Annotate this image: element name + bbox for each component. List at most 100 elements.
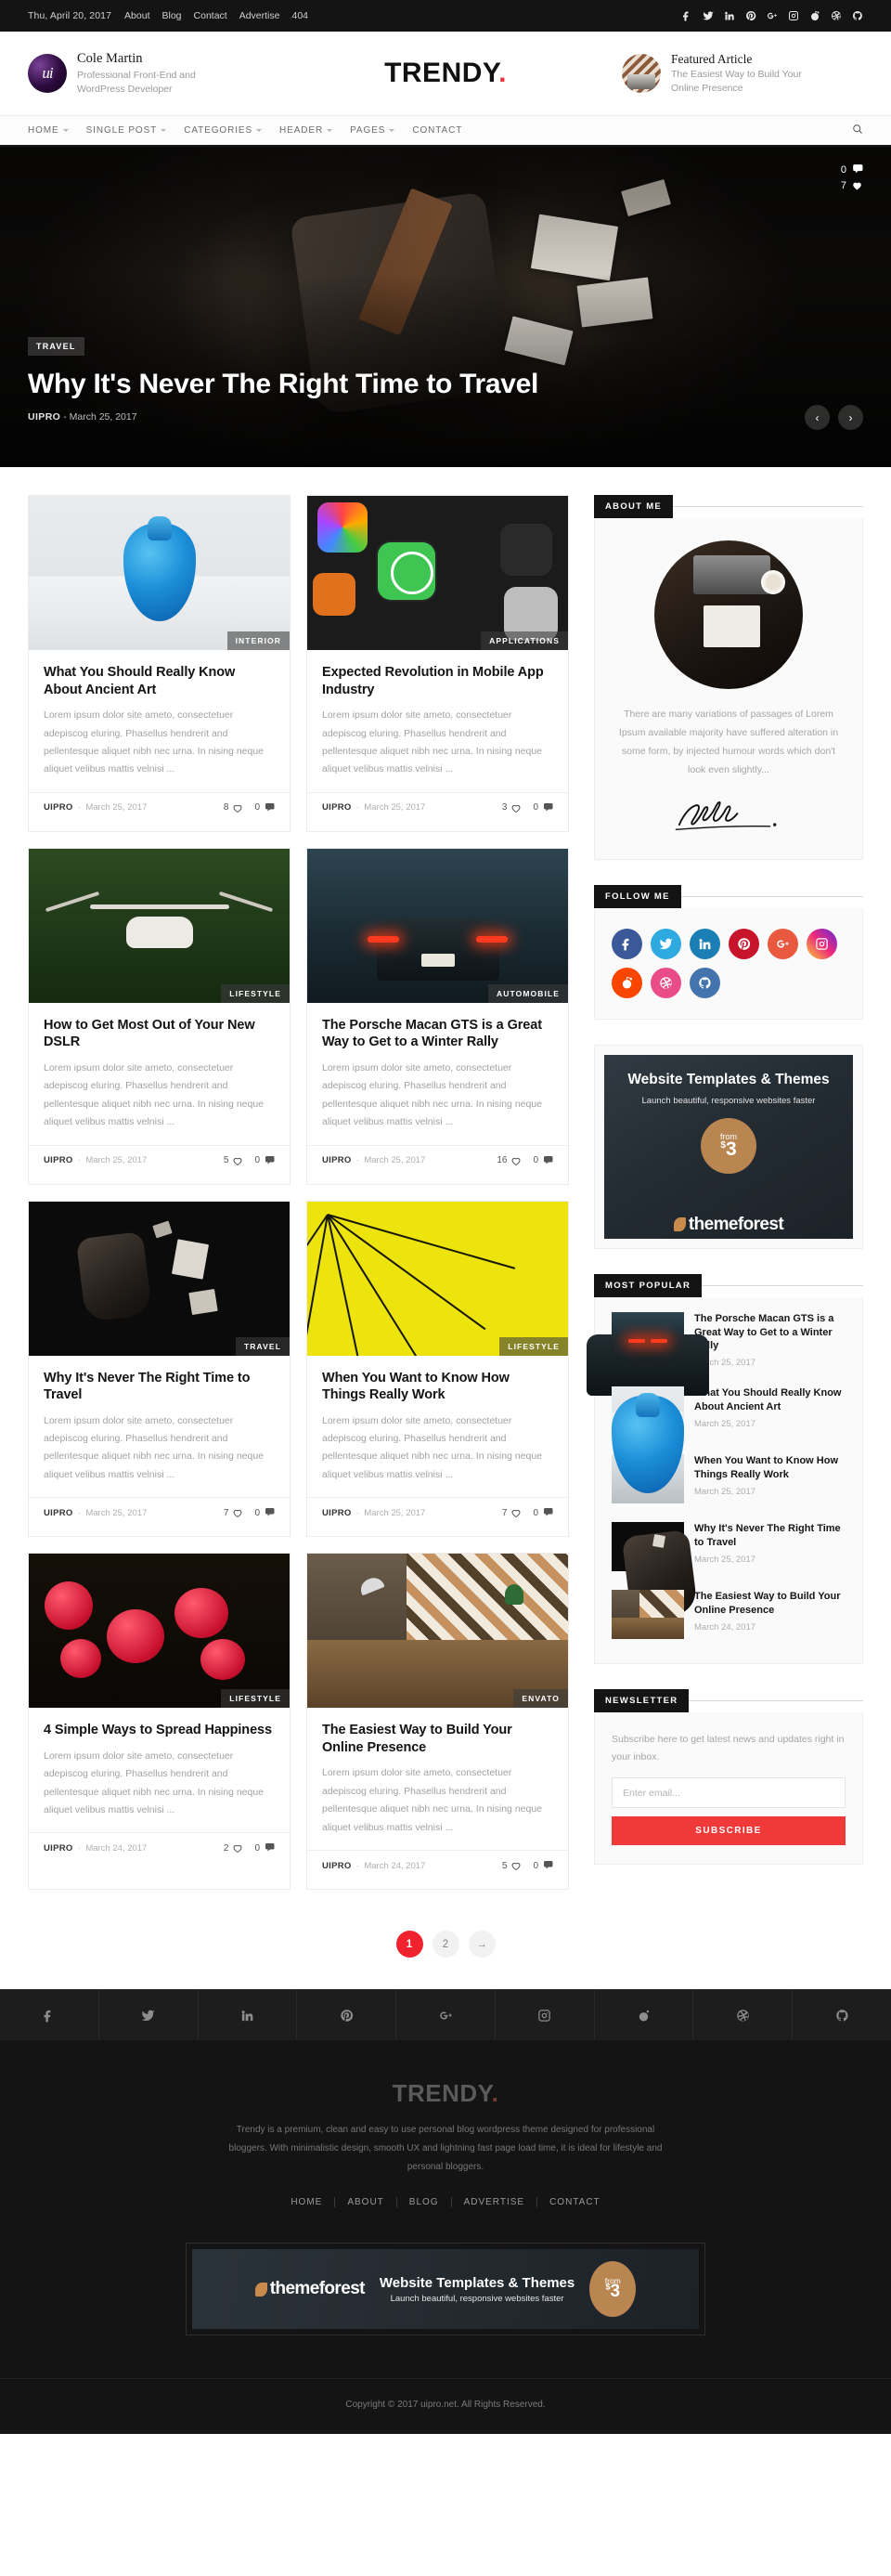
linkedin-icon[interactable] <box>690 928 720 959</box>
post-title[interactable]: When You Want to Know How Things Really … <box>322 1370 553 1404</box>
post-card[interactable]: INTERIOR What You Should Really Know Abo… <box>28 495 291 832</box>
reddit-icon[interactable] <box>612 967 642 998</box>
facebook-icon[interactable] <box>612 928 642 959</box>
footer-link-about[interactable]: ABOUT <box>335 2197 397 2208</box>
search-icon[interactable] <box>852 123 863 139</box>
page-button-2[interactable]: 2 <box>432 1931 459 1958</box>
google-plus-icon[interactable] <box>396 1990 496 2041</box>
post-thumbnail[interactable]: TRAVEL <box>29 1201 290 1356</box>
google-plus-icon[interactable] <box>768 928 798 959</box>
email-field[interactable] <box>612 1777 846 1809</box>
chevron-down-icon <box>161 129 167 132</box>
twitter-icon[interactable] <box>703 10 714 21</box>
footer-ad-banner[interactable]: themeforest Website Templates & Themes L… <box>186 2243 705 2336</box>
site-logo[interactable]: TRENDY. <box>384 58 507 89</box>
nav-item-pages[interactable]: PAGES <box>350 125 395 136</box>
reddit-icon[interactable] <box>809 10 820 21</box>
linkedin-icon[interactable] <box>724 10 735 21</box>
popular-item[interactable]: The Easiest Way to Build Your Online Pre… <box>612 1581 846 1648</box>
dribbble-icon[interactable] <box>651 967 681 998</box>
popular-title[interactable]: When You Want to Know How Things Really … <box>694 1454 846 1482</box>
page-button-1[interactable]: 1 <box>395 1931 423 1958</box>
subscribe-button[interactable]: SUBSCRIBE <box>612 1816 846 1846</box>
hero-next-button[interactable]: › <box>838 405 863 430</box>
post-card[interactable]: AUTOMOBILE The Porsche Macan GTS is a Gr… <box>306 847 569 1185</box>
pinterest-icon[interactable] <box>297 1990 397 2041</box>
featured-article-card[interactable]: Featured Article The Easiest Way to Buil… <box>621 51 863 97</box>
nav-item-header[interactable]: HEADER <box>279 125 333 136</box>
facebook-icon[interactable] <box>681 10 692 21</box>
topbar-link-404[interactable]: 404 <box>291 10 308 21</box>
popular-item[interactable]: Why It's Never The Right Time to Travel M… <box>612 1513 846 1581</box>
popular-item[interactable]: The Porsche Macan GTS is a Great Way to … <box>612 1311 846 1378</box>
post-category-tag[interactable]: LIFESTYLE <box>221 983 290 1003</box>
post-card[interactable]: APPLICATIONS Expected Revolution in Mobi… <box>306 495 569 832</box>
github-icon[interactable] <box>852 10 863 21</box>
instagram-icon[interactable] <box>496 1990 595 2041</box>
post-thumbnail[interactable]: AUTOMOBILE <box>307 848 568 1003</box>
post-thumbnail[interactable]: ENVATO <box>307 1554 568 1709</box>
pinterest-icon[interactable] <box>729 928 759 959</box>
github-icon[interactable] <box>793 1990 891 2040</box>
post-card[interactable]: ENVATO The Easiest Way to Build Your Onl… <box>306 1553 569 1890</box>
linkedin-icon[interactable] <box>199 1990 298 2041</box>
popular-title[interactable]: The Porsche Macan GTS is a Great Way to … <box>694 1312 846 1354</box>
popular-title[interactable]: The Easiest Way to Build Your Online Pre… <box>694 1590 846 1618</box>
footer-logo[interactable]: TRENDY. <box>0 2079 891 2108</box>
google-plus-icon[interactable] <box>767 10 778 21</box>
post-title[interactable]: The Porsche Macan GTS is a Great Way to … <box>322 1017 553 1051</box>
hero-category-tag[interactable]: TRAVEL <box>28 337 84 357</box>
post-title[interactable]: What You Should Really Know About Ancien… <box>44 664 275 698</box>
post-category-tag[interactable]: APPLICATIONS <box>481 631 568 650</box>
post-card[interactable]: LIFESTYLE How to Get Most Out of Your Ne… <box>28 847 291 1185</box>
twitter-icon[interactable] <box>99 1990 199 2041</box>
topbar-link-blog[interactable]: Blog <box>162 10 182 21</box>
post-card[interactable]: TRAVEL Why It's Never The Right Time to … <box>28 1200 291 1538</box>
pinterest-icon[interactable] <box>745 10 756 21</box>
popular-item[interactable]: What You Should Really Know About Ancien… <box>612 1377 846 1445</box>
post-category-tag[interactable]: LIFESTYLE <box>499 1336 568 1356</box>
github-icon[interactable] <box>690 967 720 998</box>
ad-banner[interactable]: Website Templates & Themes Launch beauti… <box>594 1044 863 1249</box>
footer-link-contact[interactable]: CONTACT <box>537 2197 613 2207</box>
post-category-tag[interactable]: AUTOMOBILE <box>488 983 568 1003</box>
post-title[interactable]: 4 Simple Ways to Spread Happiness <box>44 1722 275 1739</box>
post-title[interactable]: Expected Revolution in Mobile App Indust… <box>322 664 553 698</box>
twitter-icon[interactable] <box>651 928 681 959</box>
popular-title[interactable]: What You Should Really Know About Ancien… <box>694 1386 846 1414</box>
post-card[interactable]: LIFESTYLE 4 Simple Ways to Spread Happin… <box>28 1553 291 1890</box>
facebook-icon[interactable] <box>0 1990 99 2041</box>
post-thumbnail[interactable]: APPLICATIONS <box>307 496 568 650</box>
post-category-tag[interactable]: TRAVEL <box>236 1336 290 1356</box>
post-title[interactable]: The Easiest Way to Build Your Online Pre… <box>322 1722 553 1756</box>
hero-prev-button[interactable]: ‹ <box>805 405 830 430</box>
post-title[interactable]: How to Get Most Out of Your New DSLR <box>44 1017 275 1051</box>
nav-item-single-post[interactable]: SINGLE POST <box>86 125 167 136</box>
post-title[interactable]: Why It's Never The Right Time to Travel <box>44 1370 275 1404</box>
topbar-link-about[interactable]: About <box>124 10 149 21</box>
nav-item-contact[interactable]: CONTACT <box>412 125 462 136</box>
topbar-link-contact[interactable]: Contact <box>194 10 227 21</box>
post-thumbnail[interactable]: LIFESTYLE <box>29 848 290 1003</box>
post-thumbnail[interactable]: INTERIOR <box>29 496 290 650</box>
dribbble-icon[interactable] <box>831 10 842 21</box>
post-category-tag[interactable]: ENVATO <box>513 1689 568 1709</box>
instagram-icon[interactable] <box>807 928 837 959</box>
topbar-link-advertise[interactable]: Advertise <box>239 10 280 21</box>
reddit-icon[interactable] <box>595 1990 694 2041</box>
post-category-tag[interactable]: LIFESTYLE <box>221 1689 290 1709</box>
hero-title[interactable]: Why It's Never The Right Time to Travel <box>28 369 538 400</box>
footer-link-blog[interactable]: BLOG <box>397 2197 452 2208</box>
footer-link-advertise[interactable]: ADVERTISE <box>452 2197 538 2208</box>
nav-item-home[interactable]: HOME <box>28 125 69 136</box>
instagram-icon[interactable] <box>788 10 799 21</box>
popular-title[interactable]: Why It's Never The Right Time to Travel <box>694 1522 846 1550</box>
post-category-tag[interactable]: INTERIOR <box>226 631 290 650</box>
page-next-button[interactable]: → <box>468 1931 496 1958</box>
footer-link-home[interactable]: HOME <box>278 2197 336 2208</box>
post-card[interactable]: LIFESTYLE When You Want to Know How Thin… <box>306 1200 569 1538</box>
dribbble-icon[interactable] <box>693 1990 794 2041</box>
post-thumbnail[interactable]: LIFESTYLE <box>307 1201 568 1356</box>
post-thumbnail[interactable]: LIFESTYLE <box>29 1554 290 1709</box>
nav-item-categories[interactable]: CATEGORIES <box>184 125 263 136</box>
